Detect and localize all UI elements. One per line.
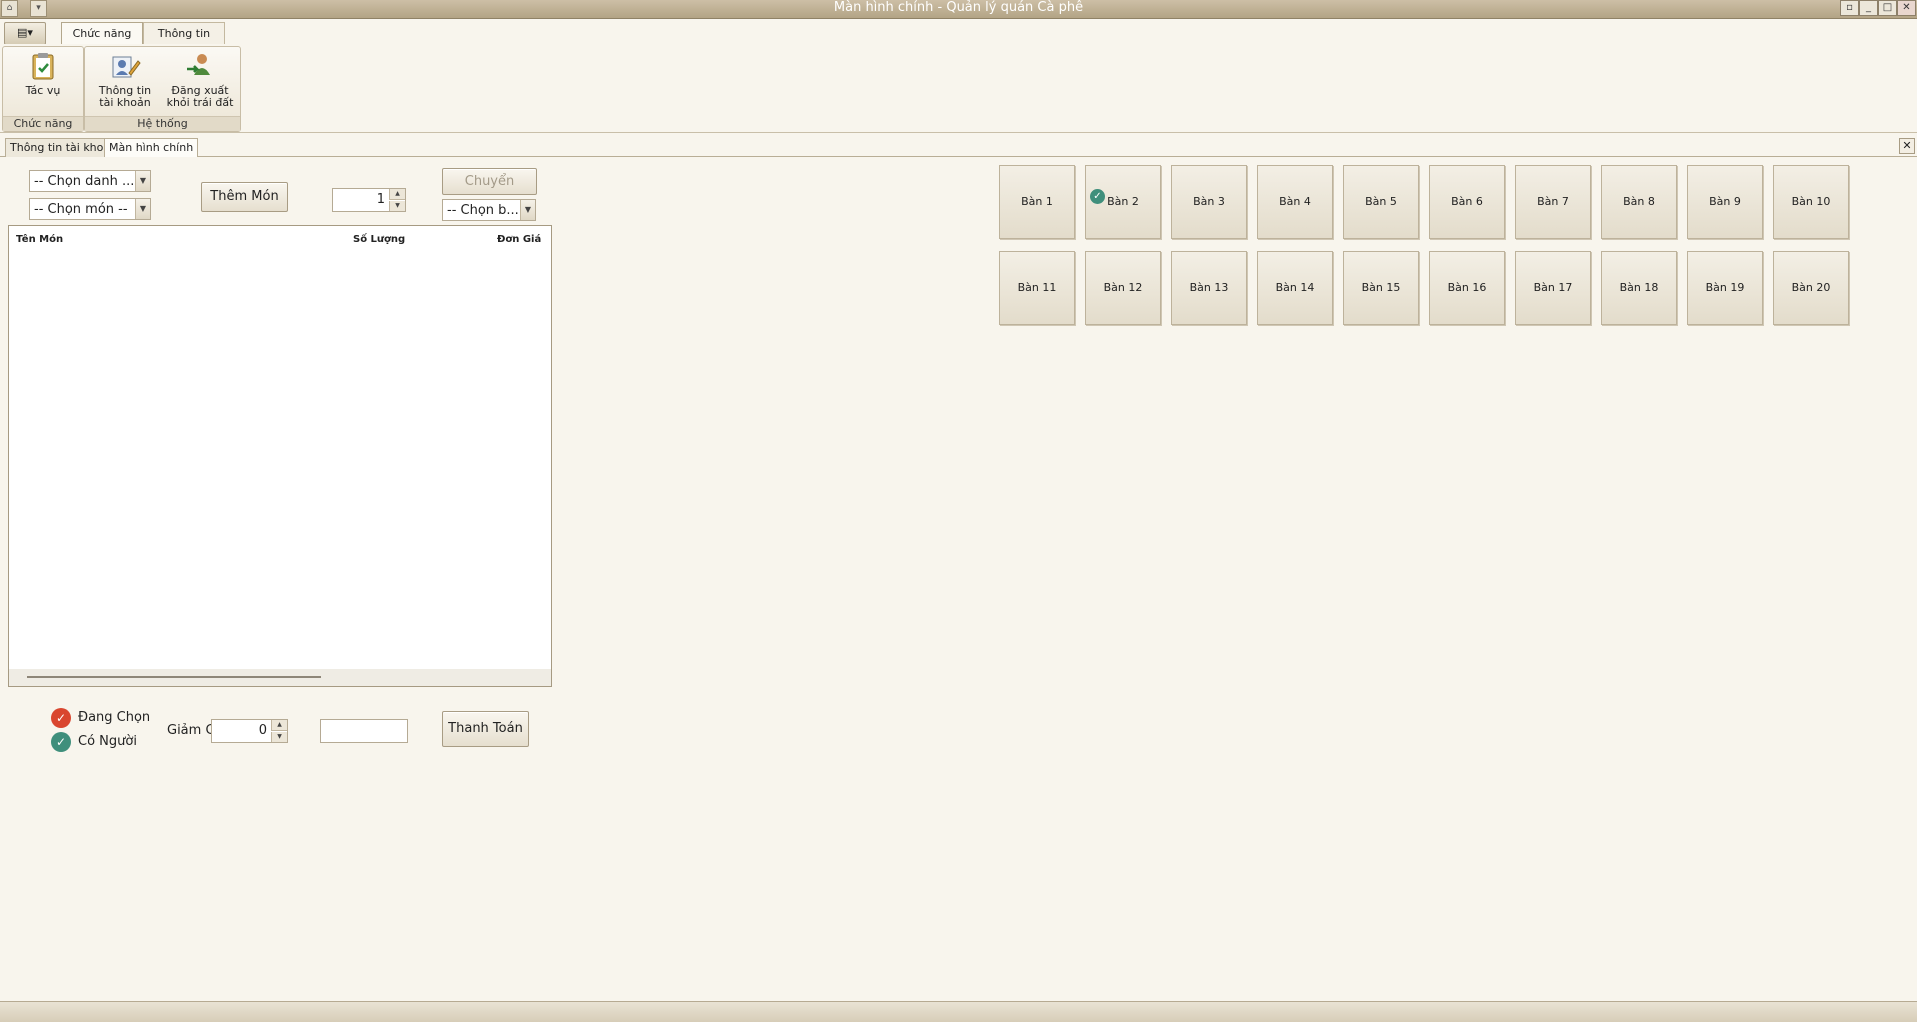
scrollbar-thumb[interactable]	[27, 676, 321, 678]
tab-chuc-nang[interactable]: Chức năng	[61, 22, 143, 44]
thong-tin-tai-khoan-line2: tài khoản	[99, 96, 151, 109]
table-button[interactable]: Bàn 9	[1687, 165, 1763, 239]
table-button[interactable]: Bàn 6	[1429, 165, 1505, 239]
app-menu-icon: ▤▾	[17, 26, 33, 39]
category-combo-value: -- Chọn danh ...	[34, 174, 135, 189]
pay-button[interactable]: Thanh Toán	[442, 711, 529, 747]
table-button[interactable]: Bàn 7	[1515, 165, 1591, 239]
switch-table-button[interactable]: Chuyển	[442, 168, 537, 195]
ribbon-panel: Tác vụ Chức năng Thông tin tài khoản Đăn…	[0, 44, 1917, 133]
minimize-icon[interactable]: _	[1859, 0, 1878, 16]
discount-value: 0	[258, 723, 267, 738]
thong-tin-tai-khoan-button[interactable]: Thông tin tài khoản	[89, 51, 161, 109]
chevron-down-icon[interactable]: ▼	[520, 200, 535, 220]
table-button[interactable]: Bàn 5	[1343, 165, 1419, 239]
chevron-down-icon[interactable]: ▼	[135, 171, 150, 191]
occupied-check-icon: ✓	[1090, 189, 1105, 204]
tac-vu-button[interactable]: Tác vụ	[7, 51, 79, 97]
doc-tab-man-hinh-chinh[interactable]: Màn hình chính	[104, 138, 199, 157]
table-button[interactable]: Bàn 10	[1773, 165, 1849, 239]
close-icon[interactable]: ✕	[1897, 0, 1916, 16]
app-menu-button[interactable]: ▤▾	[4, 22, 46, 45]
horizontal-scrollbar[interactable]	[9, 669, 551, 686]
table-button[interactable]: Bàn 16	[1429, 251, 1505, 325]
total-textbox[interactable]	[320, 719, 408, 743]
table-button[interactable]: Bàn 13	[1171, 251, 1247, 325]
legend-selecting-label: Đang Chọn	[78, 710, 151, 725]
spin-up-icon[interactable]: ▲	[271, 720, 287, 731]
column-header-don-gia[interactable]: Đơn Giá	[497, 234, 541, 245]
status-bar	[0, 1001, 1917, 1022]
tab-thong-tin[interactable]: Thông tin	[143, 22, 225, 44]
chevron-down-icon[interactable]: ▼	[135, 199, 150, 219]
group-label-he-thong: Hệ thống	[85, 116, 240, 131]
ribbon-group-chuc-nang: Tác vụ Chức năng	[2, 46, 84, 132]
table-button[interactable]: Bàn 19	[1687, 251, 1763, 325]
table-button[interactable]: Bàn 15	[1343, 251, 1419, 325]
occupied-check-icon: ✓	[51, 732, 71, 752]
restore-icon[interactable]: ▫	[1840, 0, 1859, 16]
spin-up-icon[interactable]: ▲	[389, 189, 405, 200]
title-bar: ⌂ ▾ Màn hình chính - Quản lý quán Cà phê…	[0, 0, 1917, 19]
selecting-check-icon: ✓	[51, 708, 71, 728]
legend-occupied-label: Có Người	[78, 734, 137, 749]
food-combo-value: -- Chọn món --	[34, 202, 128, 217]
window-title: Màn hình chính - Quản lý quán Cà phê	[833, 0, 1084, 15]
maximize-icon[interactable]: □	[1878, 0, 1897, 16]
spin-down-icon[interactable]: ▼	[271, 732, 287, 742]
tac-vu-label: Tác vụ	[25, 84, 61, 97]
table-button[interactable]: Bàn 8	[1601, 165, 1677, 239]
column-header-ten-mon[interactable]: Tên Món	[16, 234, 63, 245]
table-button[interactable]: Bàn 12	[1085, 251, 1161, 325]
switch-table-combo[interactable]: -- Chọn b... ▼	[442, 199, 536, 221]
quantity-stepper[interactable]: 1 ▲ ▼	[332, 188, 406, 212]
table-button[interactable]: Bàn 11	[999, 251, 1075, 325]
table-button[interactable]: Bàn 3	[1171, 165, 1247, 239]
user-logout-icon	[187, 54, 210, 75]
discount-stepper[interactable]: 0 ▲ ▼	[211, 719, 288, 743]
table-button[interactable]: Bàn 18	[1601, 251, 1677, 325]
spin-down-icon[interactable]: ▼	[389, 201, 405, 211]
ribbon-group-he-thong: Thông tin tài khoản Đăng xuất khỏi trái …	[84, 46, 241, 132]
document-tab-strip: Thông tin tài khoản Màn hình chính ✕	[0, 136, 1917, 157]
table-button[interactable]: Bàn 4	[1257, 165, 1333, 239]
doc-close-icon[interactable]: ✕	[1899, 138, 1915, 154]
order-listview[interactable]: Tên Món Số Lượng Đơn Giá	[8, 225, 552, 687]
table-button[interactable]: Bàn 1	[999, 165, 1075, 239]
quantity-value: 1	[376, 192, 385, 207]
clipboard-check-icon	[32, 53, 54, 80]
table-button[interactable]: Bàn 17	[1515, 251, 1591, 325]
add-food-button[interactable]: Thêm Món	[201, 182, 288, 212]
table-button[interactable]: Bàn 20	[1773, 251, 1849, 325]
switch-table-combo-value: -- Chọn b...	[447, 203, 519, 218]
table-button[interactable]: ✓ Bàn 2	[1085, 165, 1161, 239]
dang-xuat-button[interactable]: Đăng xuất khỏi trái đất	[163, 51, 237, 109]
column-header-so-luong[interactable]: Số Lượng	[353, 234, 405, 245]
category-combo[interactable]: -- Chọn danh ... ▼	[29, 170, 151, 192]
table-button[interactable]: Bàn 14	[1257, 251, 1333, 325]
user-edit-icon	[112, 56, 141, 78]
table-label: Bàn 2	[1107, 195, 1139, 208]
ribbon-tab-strip: ▤▾ Chức năng Thông tin	[0, 19, 1917, 45]
dang-xuat-line2: khỏi trái đất	[166, 96, 234, 109]
group-label-chuc-nang: Chức năng	[3, 116, 83, 131]
food-combo[interactable]: -- Chọn món -- ▼	[29, 198, 151, 220]
